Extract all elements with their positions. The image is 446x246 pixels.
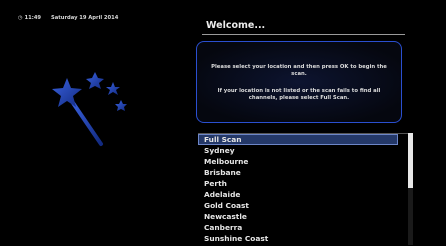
list-item-brisbane[interactable]: Brisbane — [198, 167, 410, 178]
list-item-sydney[interactable]: Sydney — [198, 145, 410, 156]
clock-icon: ◷ — [18, 15, 23, 21]
list-item-gold-coast[interactable]: Gold Coast — [198, 200, 410, 211]
list-item-adelaide[interactable]: Adelaide — [198, 189, 410, 200]
list-item-newcastle[interactable]: Newcastle — [198, 211, 410, 222]
list-item-melbourne[interactable]: Melbourne — [198, 156, 410, 167]
status-date: Saturday 19 April 2014 — [51, 15, 119, 21]
title-divider — [202, 34, 405, 35]
list-scrollbar[interactable] — [408, 133, 413, 245]
info-panel: Please select your location and then pre… — [196, 41, 402, 123]
magic-wand-icon — [52, 72, 127, 146]
list-item-sunshine-coast[interactable]: Sunshine Coast — [198, 233, 410, 244]
scrollbar-thumb[interactable] — [408, 133, 413, 188]
info-text-instructions: Please select your location and then pre… — [211, 64, 387, 77]
list-item-full-scan[interactable]: Full Scan — [198, 134, 398, 145]
status-bar: ◷ 11:49 Saturday 19 April 2014 — [18, 15, 118, 21]
list-item-canberra[interactable]: Canberra — [198, 222, 410, 233]
page-title: Welcome... — [206, 20, 266, 31]
info-text-fallback: If your location is not listed or the sc… — [217, 88, 381, 101]
list-item-perth[interactable]: Perth — [198, 178, 410, 189]
status-time: 11:49 — [24, 15, 42, 21]
location-list[interactable]: Full Scan Sydney Melbourne Brisbane Pert… — [198, 133, 410, 246]
